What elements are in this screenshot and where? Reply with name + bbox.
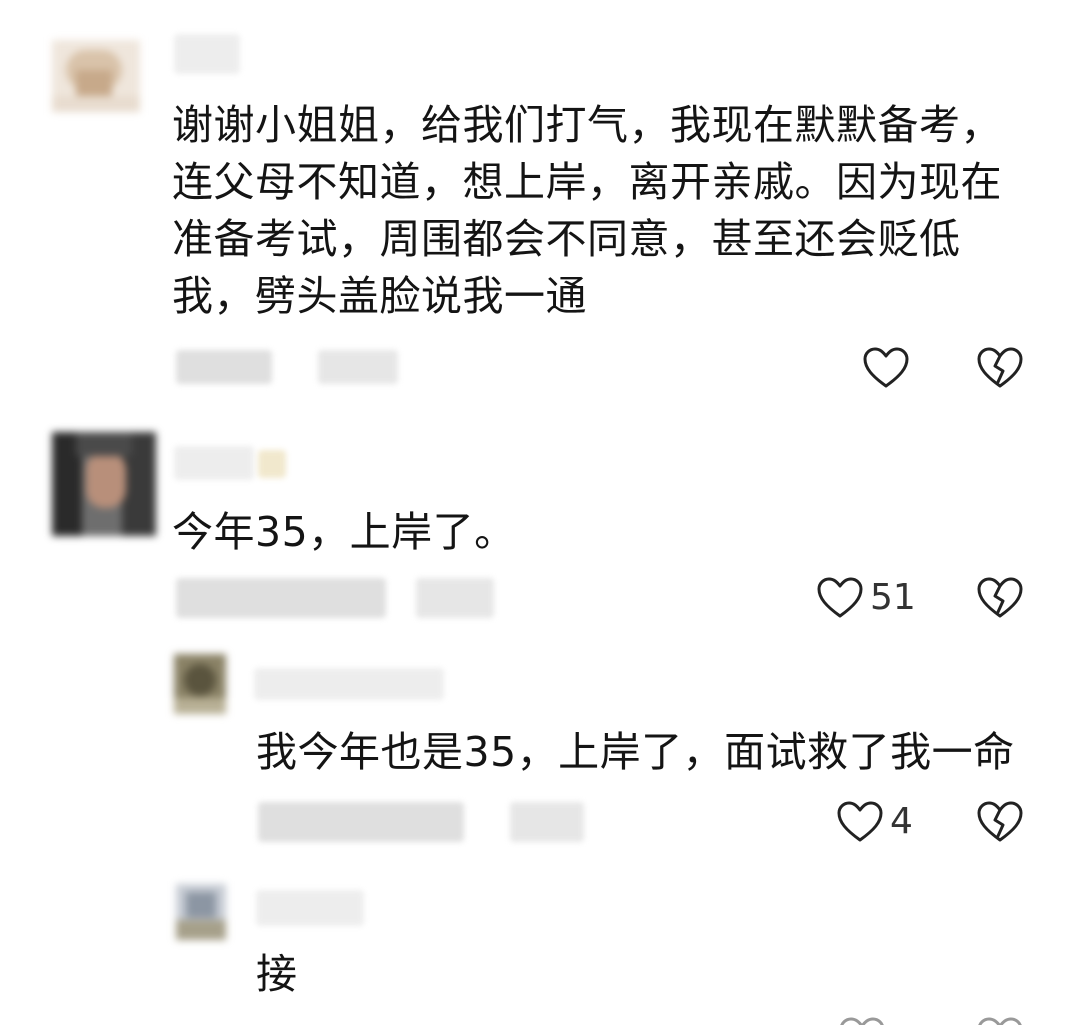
comment-meta-blurred (176, 350, 272, 384)
username-blurred[interactable] (174, 446, 254, 480)
next-row-icons-cropped (0, 1012, 1080, 1025)
comment-text: 谢谢小姐姐，给我们打气，我现在默默备考， 连父母不知道，想上岸，离开亲戚。因为现… (172, 101, 1002, 320)
broken-heart-icon (978, 1017, 1022, 1025)
reply-link-blurred[interactable] (318, 350, 398, 384)
heart-outline-icon (840, 1017, 884, 1025)
dislike-button[interactable] (976, 346, 1024, 390)
broken-heart-icon (977, 801, 1023, 842)
comment-meta-blurred (176, 578, 386, 618)
like-count: 51 (870, 577, 916, 618)
broken-heart-icon (977, 347, 1023, 388)
badge-blurred (258, 450, 286, 478)
heart-outline-icon (863, 347, 909, 388)
username-blurred[interactable] (174, 34, 240, 74)
comment-meta-blurred (258, 802, 464, 842)
comment-text: 我今年也是35，上岸了，面试救了我一命 (256, 728, 1015, 776)
comment-text: 今年35，上岸了。 (172, 508, 516, 556)
dislike-button[interactable] (976, 800, 1024, 844)
broken-heart-icon (977, 577, 1023, 618)
like-count: 4 (890, 801, 913, 842)
heart-outline-icon (837, 801, 883, 842)
like-button[interactable]: 4 (836, 800, 913, 844)
dislike-button[interactable] (976, 576, 1024, 620)
comment-text: 接 (256, 950, 298, 998)
heart-outline-icon (817, 577, 863, 618)
username-blurred[interactable] (256, 890, 364, 926)
avatar[interactable] (174, 654, 226, 714)
avatar[interactable] (52, 432, 156, 536)
like-button[interactable] (862, 346, 916, 390)
like-button[interactable]: 51 (816, 576, 916, 620)
username-blurred[interactable] (254, 668, 444, 700)
reply-link-blurred[interactable] (510, 802, 584, 842)
reply-link-blurred[interactable] (416, 578, 494, 618)
avatar[interactable] (176, 884, 226, 940)
avatar[interactable] (52, 40, 140, 112)
